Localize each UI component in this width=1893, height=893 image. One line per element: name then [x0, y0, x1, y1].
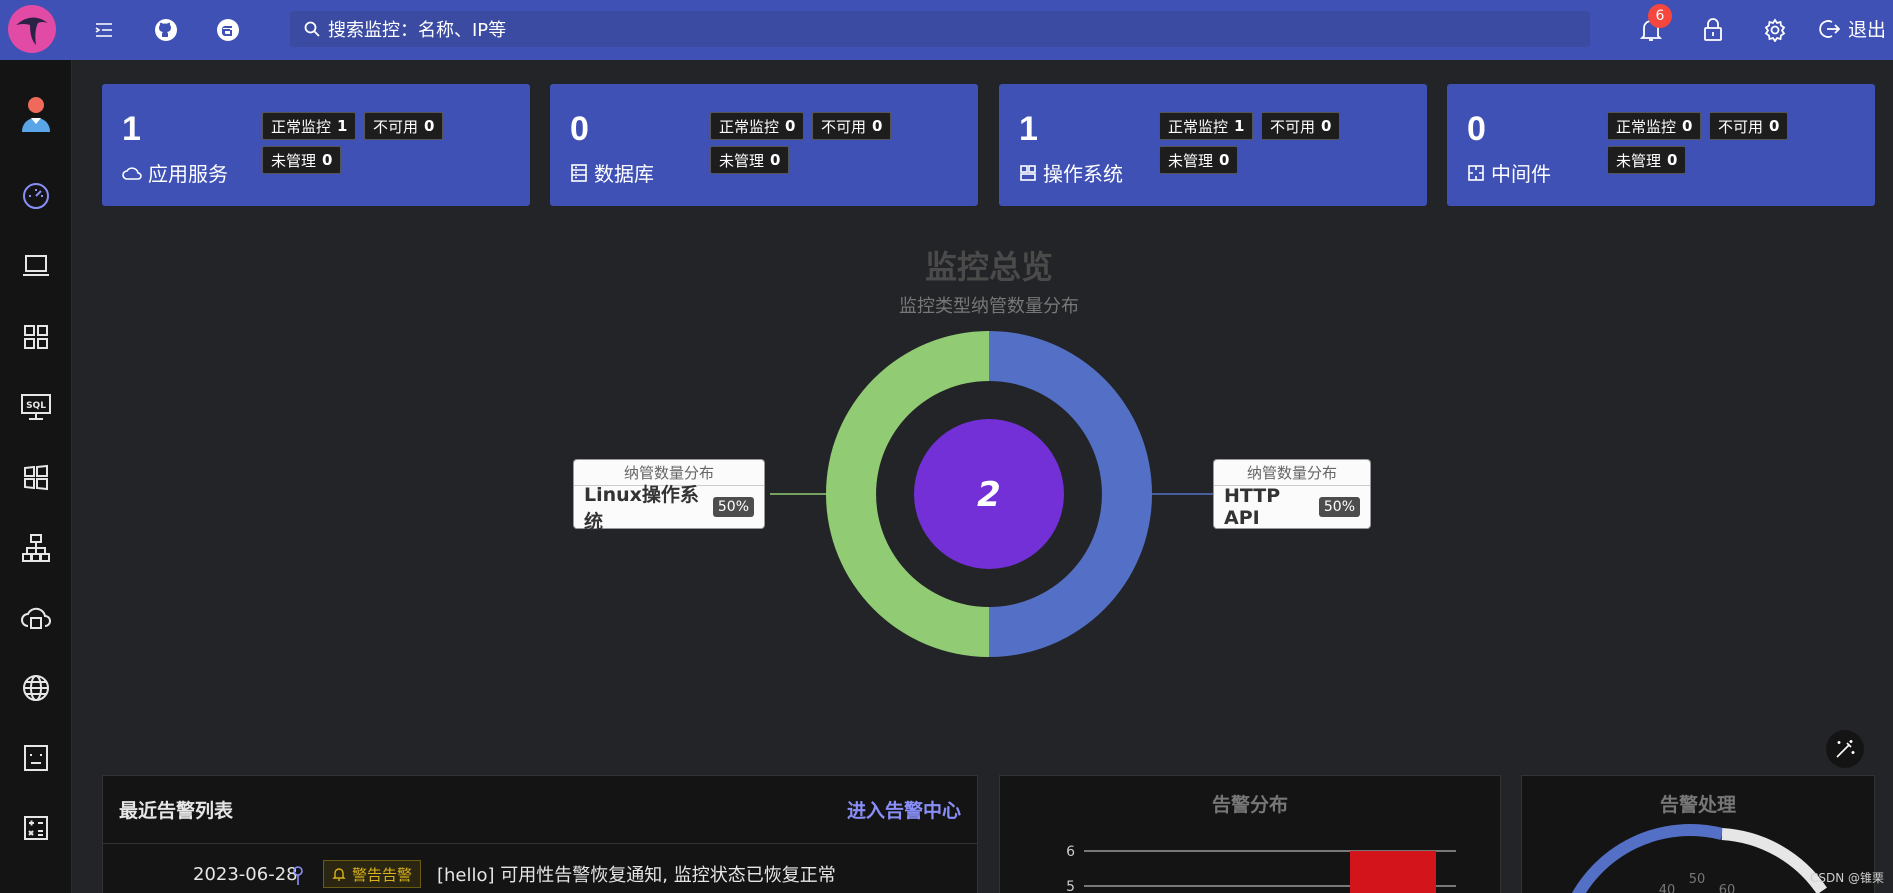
gauge-tick-label: 50	[1689, 872, 1706, 887]
y-tick-label: 5	[1066, 879, 1075, 893]
distribution-chart: 6 5	[1066, 844, 1456, 893]
alert-message: [hello] 可用性告警恢复通知, 监控状态已恢复正常	[437, 865, 836, 886]
slice-label-percent: 50%	[1318, 497, 1360, 517]
slice-label-http: 纳管数量分布 HTTP API 50%	[1213, 459, 1371, 529]
slice-label-linux: 纳管数量分布 Linux操作系统 50%	[573, 459, 765, 533]
bell-icon	[332, 868, 346, 881]
gauge-tick-label: 60	[1719, 883, 1736, 893]
slice-label-name: HTTP API	[1224, 485, 1281, 529]
alert-time: 2023-06-28	[193, 863, 298, 885]
alert-level-tag: 警告告警	[323, 860, 422, 888]
gauge-tick-label: 40	[1659, 883, 1676, 893]
donut-chart: 2	[770, 331, 1213, 657]
magic-wand-button[interactable]	[1826, 730, 1864, 768]
alert-center-link[interactable]: 进入告警中心	[847, 796, 961, 823]
watermark: CSDN @锥栗	[1810, 871, 1885, 885]
bar[interactable]	[1350, 851, 1436, 893]
recent-alerts-panel: 最近告警列表 进入告警中心 2023-06-28 警告告警 [hello] 可用…	[102, 775, 978, 893]
slice-label-name: Linux操作系统	[584, 484, 699, 533]
donut-center-value: 2	[977, 475, 1001, 515]
y-tick-label: 6	[1066, 844, 1075, 860]
magic-wand-icon	[1836, 740, 1855, 758]
timeline-dot-icon	[293, 866, 303, 885]
slice-label-percent: 50%	[712, 497, 754, 517]
slice-label-head: 纳管数量分布	[1214, 460, 1370, 486]
gauge-arc-track	[1721, 828, 1827, 893]
panel-title: 最近告警列表	[119, 800, 234, 822]
alert-distribution-panel: 告警分布 6 5	[999, 775, 1501, 893]
